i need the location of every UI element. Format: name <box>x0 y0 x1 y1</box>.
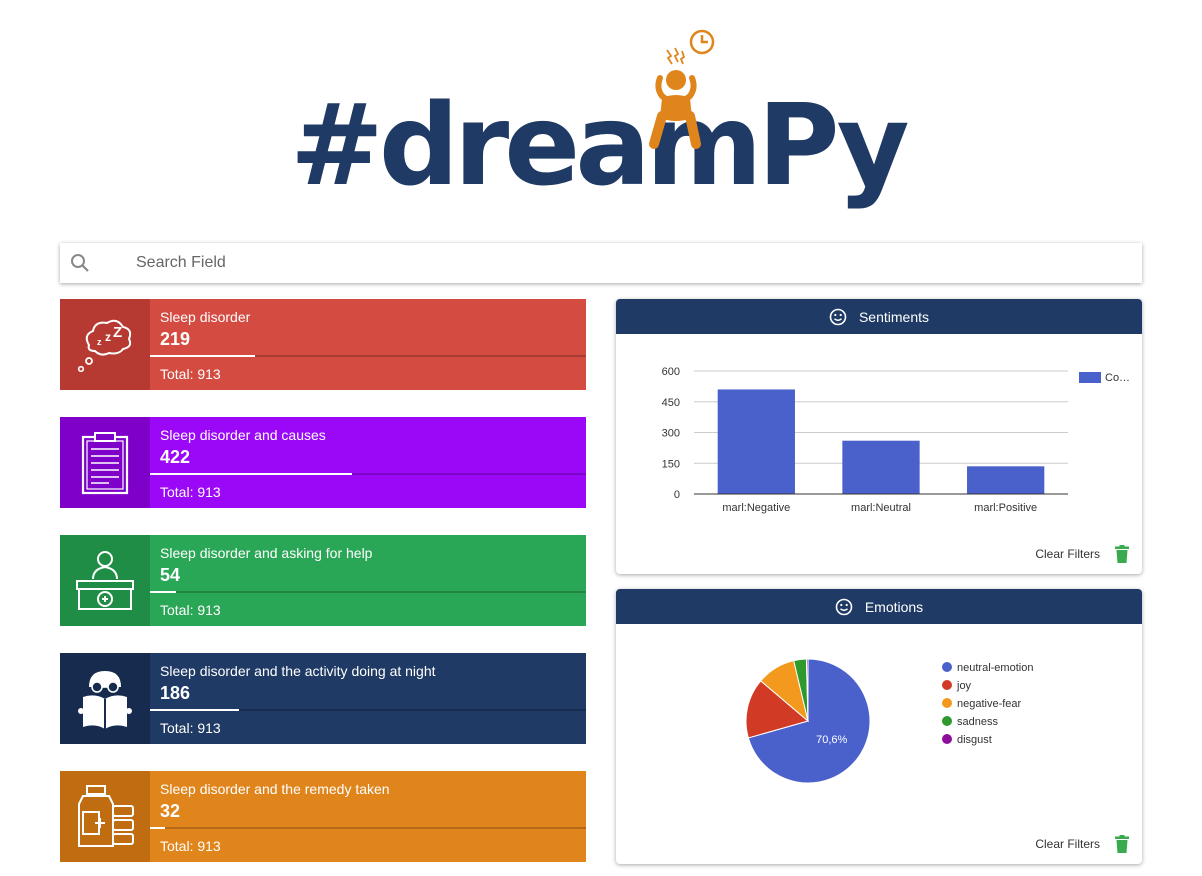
y-tick-label: 450 <box>662 397 680 409</box>
pills-icon <box>60 771 150 862</box>
card-count: 186 <box>160 683 191 703</box>
card-count: 32 <box>160 801 181 821</box>
sentiments-panel: Sentiments 0 150 300 450 600 marl:Negative mar… <box>616 299 1142 574</box>
card-label: Sleep disorder and causes <box>160 427 326 443</box>
legend-marker <box>942 716 952 726</box>
y-tick-label: 300 <box>662 428 680 440</box>
emotions-pie-chart: 70,6% neutral-emotion joy negative-fear sadn… <box>745 658 1033 784</box>
doctor-icon <box>60 535 150 626</box>
legend-swatch <box>1079 372 1101 383</box>
emotions-header: Emotions <box>616 589 1142 624</box>
legend-label: sadness <box>957 716 998 728</box>
sleep-icon: zzZ <box>60 299 150 390</box>
reading-icon <box>60 653 150 744</box>
legend-label: disgust <box>957 734 992 746</box>
svg-text:z: z <box>105 330 111 344</box>
x-tick-label: marl:Positive <box>974 502 1037 514</box>
legend-label: negative-fear <box>957 698 1022 710</box>
card-progress-track <box>150 355 586 357</box>
card-total: Total: 913 <box>160 720 221 736</box>
logo-text: #dreamPy <box>290 81 910 211</box>
card-count: 422 <box>160 447 191 467</box>
y-tick-label: 150 <box>662 458 680 470</box>
card-total: Total: 913 <box>160 366 221 382</box>
smiley-icon <box>829 308 847 325</box>
legend-marker <box>942 734 952 744</box>
legend-label: joy <box>956 680 972 692</box>
card-progress-track <box>150 591 586 593</box>
x-tick-label: marl:Negative <box>722 502 790 514</box>
svg-text:Z: Z <box>113 324 122 341</box>
card-progress-track <box>150 827 586 829</box>
bar <box>717 389 795 494</box>
clipboard-icon <box>60 417 150 508</box>
trash-icon[interactable] <box>1115 545 1129 563</box>
sentiments-header: Sentiments <box>616 299 1142 334</box>
dreampy-logo: #dreamPy <box>290 28 910 202</box>
bar <box>842 440 920 494</box>
emotions-clear-filters[interactable]: Clear Filters <box>1035 837 1100 851</box>
category-card[interactable]: Sleep disorder and the remedy taken 32 Tot… <box>60 771 586 862</box>
category-card[interactable]: Sleep disorder and causes 422 Total: 913 <box>60 417 586 508</box>
category-card[interactable]: Sleep disorder and the activity doing at… <box>60 653 586 744</box>
category-card[interactable]: Sleep disorder and asking for help 54 Tota… <box>60 535 586 626</box>
y-tick-label: 0 <box>674 489 680 501</box>
card-progress-track <box>150 709 586 711</box>
category-card[interactable]: z z Z Sleep disorder 219 Total: 913 <box>60 299 586 390</box>
card-count: 219 <box>160 329 191 349</box>
smiley-icon <box>835 598 853 615</box>
svg-text:z: z <box>97 337 102 347</box>
card-progress-fill <box>150 355 255 357</box>
emotions-panel: Emotions 70,6% neutral-emotion joy negative… <box>616 589 1142 864</box>
card-count: 54 <box>160 565 181 585</box>
card-progress-fill <box>150 591 176 593</box>
legend-marker <box>942 662 952 672</box>
card-label: Sleep disorder and asking for help <box>160 545 373 561</box>
card-progress-fill <box>150 827 166 829</box>
sentiments-title: Sentiments <box>858 308 930 325</box>
emotions-title: Emotions <box>864 598 924 615</box>
legend-marker <box>942 680 952 690</box>
x-tick-label: marl:Neutral <box>851 502 911 514</box>
slice-label: 70,6% <box>816 734 847 746</box>
stressed-person-icon <box>649 29 715 149</box>
sentiments-bar-chart: 0 150 300 450 600 marl:Negative marl:Neutral ma… <box>662 366 1130 514</box>
legend-label: Co… <box>1105 372 1130 384</box>
trash-icon[interactable] <box>1115 835 1129 853</box>
card-progress-track <box>150 473 586 475</box>
card-progress-fill <box>150 709 239 711</box>
legend-label: neutral-emotion <box>957 662 1033 674</box>
search-bar[interactable] <box>60 243 1142 283</box>
card-total: Total: 913 <box>160 838 221 854</box>
card-progress-fill <box>150 473 352 475</box>
search-input[interactable] <box>136 243 1116 283</box>
legend-marker <box>942 698 952 708</box>
sentiments-clear-filters[interactable]: Clear Filters <box>1035 547 1100 561</box>
card-label: Sleep disorder and the remedy taken <box>160 781 390 797</box>
search-icon <box>71 254 89 272</box>
card-total: Total: 913 <box>160 484 221 500</box>
card-total: Total: 913 <box>160 602 221 618</box>
card-label: Sleep disorder <box>160 309 251 325</box>
y-tick-label: 600 <box>662 366 680 378</box>
bar <box>967 466 1045 494</box>
card-label: Sleep disorder and the activity doing at… <box>160 663 436 679</box>
